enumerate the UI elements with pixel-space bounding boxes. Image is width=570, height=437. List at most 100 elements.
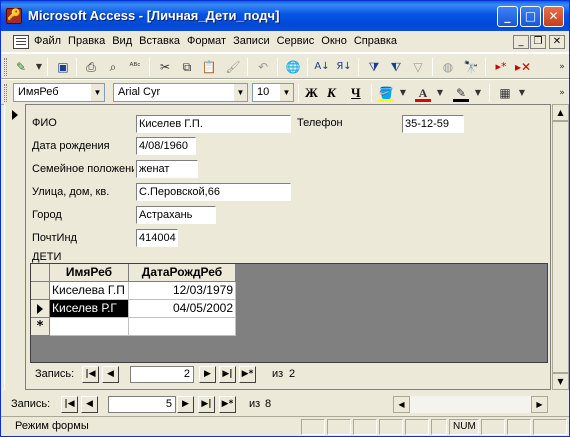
- copy-icon[interactable]: ⧉: [179, 59, 195, 75]
- fio-field[interactable]: Киселев Г.П.: [136, 115, 291, 133]
- phone-field[interactable]: 35-12-59: [402, 115, 464, 133]
- line-color-dropdown-icon[interactable]: ▼: [470, 85, 486, 101]
- access-app-icon[interactable]: [6, 8, 22, 24]
- child-birthdate-cell[interactable]: 04/05/2002: [129, 300, 236, 318]
- row-selector[interactable]: [31, 282, 50, 300]
- toolbar-options-icon[interactable]: »: [554, 85, 569, 101]
- font-size-combo[interactable]: 10 ▼: [252, 83, 294, 102]
- select-all-corner[interactable]: [31, 264, 50, 282]
- column-header-child-name[interactable]: ИмяРеб: [50, 264, 129, 282]
- menu-format[interactable]: Формат: [187, 35, 226, 47]
- print-preview-icon[interactable]: ⌕: [105, 59, 121, 75]
- chevron-down-icon[interactable]: ▼: [91, 84, 104, 101]
- mdi-minimize-button[interactable]: _: [513, 35, 529, 49]
- menu-edit[interactable]: Правка: [68, 35, 105, 47]
- view-dropdown-icon[interactable]: ▼: [31, 59, 47, 75]
- toolbar-grip[interactable]: [4, 84, 7, 102]
- subform-next-record-button[interactable]: ▶: [199, 366, 216, 383]
- record-number-input[interactable]: 5: [108, 396, 176, 413]
- font-combo[interactable]: Arial Cyr ▼: [113, 83, 248, 102]
- view-design-icon[interactable]: ✎: [13, 59, 29, 75]
- underline-button[interactable]: Ч: [351, 85, 361, 101]
- subform-previous-record-button[interactable]: ◀: [102, 366, 119, 383]
- chevron-down-icon[interactable]: ▼: [234, 84, 247, 101]
- mdi-close-button[interactable]: ✕: [549, 35, 565, 49]
- child-name-cell[interactable]: Киселев Р.Г: [50, 300, 129, 318]
- italic-button[interactable]: К: [327, 85, 336, 101]
- new-record-marker[interactable]: *: [31, 318, 50, 336]
- menu-view[interactable]: Вид: [112, 35, 132, 47]
- previous-record-button[interactable]: ◀: [81, 396, 98, 413]
- zip-field[interactable]: 414004: [136, 229, 178, 247]
- subform-first-record-button[interactable]: |◀: [82, 366, 99, 383]
- next-record-button[interactable]: ▶: [177, 396, 194, 413]
- child-birthdate-cell[interactable]: 12/03/1979: [129, 282, 236, 300]
- toolbar-options-icon[interactable]: »: [554, 59, 569, 75]
- record-selector[interactable]: [4, 104, 26, 390]
- row-selector[interactable]: [31, 300, 50, 318]
- delete-record-icon[interactable]: ▸✕: [515, 59, 531, 75]
- status-pane: [353, 419, 377, 435]
- mdi-restore-button[interactable]: ❐: [530, 35, 546, 49]
- object-combo[interactable]: ИмяРеб ▼: [13, 83, 105, 102]
- find-web-icon[interactable]: ◍: [440, 59, 456, 75]
- menu-insert[interactable]: Вставка: [139, 35, 180, 47]
- new-record-button[interactable]: ▶*: [219, 396, 236, 413]
- close-button[interactable]: ✕: [543, 6, 564, 27]
- gridlines-dropdown-icon[interactable]: ▼: [514, 85, 530, 101]
- print-icon[interactable]: ⎙: [83, 59, 99, 75]
- sort-descending-icon[interactable]: Я↓: [336, 59, 352, 75]
- spelling-icon[interactable]: ᴬᴮᶜ: [127, 59, 143, 75]
- hyperlink-icon[interactable]: 🌐: [285, 59, 301, 75]
- menu-help[interactable]: Справка: [354, 35, 397, 47]
- city-field[interactable]: Астрахань: [136, 206, 216, 224]
- marital-status-field[interactable]: женат: [136, 160, 198, 178]
- sort-ascending-icon[interactable]: A↓: [314, 59, 330, 75]
- chevron-down-icon[interactable]: ▼: [280, 84, 293, 101]
- new-record-icon[interactable]: ▸*: [493, 59, 509, 75]
- apply-filter-icon[interactable]: ▽: [410, 59, 426, 75]
- menu-file[interactable]: Файл: [34, 35, 61, 47]
- filter-by-form-icon[interactable]: ⧨: [388, 59, 404, 75]
- minimize-button[interactable]: _: [497, 6, 518, 27]
- birth-date-field[interactable]: 4/08/1960: [136, 137, 196, 155]
- child-name-cell[interactable]: [50, 318, 129, 336]
- gridlines-icon[interactable]: ▦: [497, 85, 513, 101]
- scroll-left-button[interactable]: ◀: [393, 396, 410, 413]
- menu-tools[interactable]: Сервис: [277, 35, 315, 47]
- font-color-dropdown-icon[interactable]: ▼: [432, 85, 448, 101]
- column-header-child-birthdate[interactable]: ДатаРождРеб: [129, 264, 236, 282]
- find-icon[interactable]: 🔭: [463, 59, 479, 75]
- toolbar-grip[interactable]: [4, 58, 7, 76]
- menu-window[interactable]: Окно: [321, 35, 347, 47]
- undo-icon[interactable]: ↶: [255, 59, 271, 75]
- subform-new-record-button[interactable]: ▶*: [239, 366, 256, 383]
- horizontal-scrollbar[interactable]: ◀ ▶: [393, 396, 548, 413]
- subform-record-number-input[interactable]: 2: [130, 366, 194, 383]
- cut-icon[interactable]: ✂: [157, 59, 173, 75]
- paste-icon[interactable]: 📋: [201, 59, 217, 75]
- last-record-button[interactable]: ▶|: [198, 396, 215, 413]
- child-birthdate-cell[interactable]: [129, 318, 236, 336]
- save-icon[interactable]: ▣: [55, 59, 71, 75]
- scroll-up-button[interactable]: ▲: [552, 104, 569, 121]
- first-record-button[interactable]: |◀: [61, 396, 78, 413]
- format-painter-icon[interactable]: 🖌: [225, 59, 241, 75]
- scroll-thumb[interactable]: [552, 121, 569, 373]
- menu-records[interactable]: Записи: [233, 35, 270, 47]
- fill-color-dropdown-icon[interactable]: ▼: [395, 85, 411, 101]
- filter-by-selection-icon[interactable]: ⧩: [366, 59, 382, 75]
- subform-last-record-button[interactable]: ▶|: [219, 366, 236, 383]
- title-bar[interactable]: Microsoft Access - [Личная_Дети_подч] _ …: [1, 1, 569, 31]
- vertical-scrollbar[interactable]: ▲ ▼: [551, 104, 569, 390]
- bold-button[interactable]: Ж: [305, 85, 318, 101]
- child-name-cell[interactable]: Киселева Г.П: [50, 282, 129, 300]
- status-pane: [405, 419, 429, 435]
- scroll-right-button[interactable]: ▶: [531, 396, 548, 413]
- resize-grip[interactable]: [533, 419, 567, 435]
- children-subform[interactable]: ИмяРеб ДатаРождРеб Киселева Г.П 12/03/19…: [30, 263, 548, 363]
- maximize-button[interactable]: □: [520, 6, 541, 27]
- form-document-icon[interactable]: [13, 35, 29, 49]
- address-field[interactable]: С.Перовской,66: [136, 183, 291, 201]
- scroll-down-button[interactable]: ▼: [552, 373, 569, 390]
